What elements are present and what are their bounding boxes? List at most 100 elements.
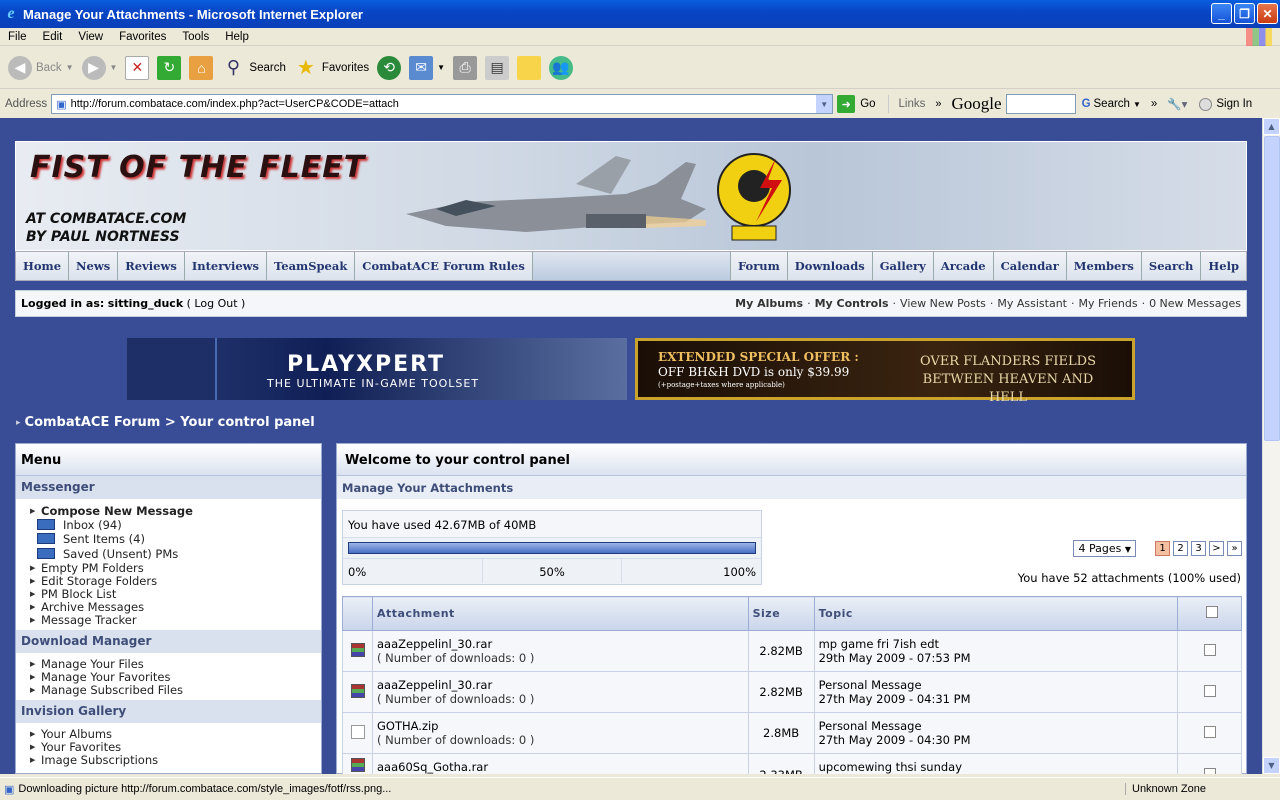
settings-wrench-icon[interactable]: 🔧▾ (1167, 97, 1187, 111)
nav-forum[interactable]: Forum (730, 252, 787, 280)
address-input[interactable]: ▣ http://forum.combatace.com/index.php?a… (51, 94, 834, 114)
nav-home[interactable]: Home (16, 252, 70, 280)
your-albums-link[interactable]: ▶ Your Albums (30, 727, 321, 741)
nav-gallery[interactable]: Gallery (871, 252, 933, 280)
saved-pms-folder[interactable]: Saved (Unsent) PMs (30, 546, 321, 561)
menu-help[interactable]: Help (217, 31, 257, 43)
manage-your-files-link[interactable]: ▶ Manage Your Files (30, 657, 321, 671)
next-page[interactable]: > (1209, 541, 1224, 556)
history-button[interactable]: ⟲ (377, 55, 402, 80)
address-dropdown[interactable]: ▼ (816, 95, 833, 113)
compose-message-link[interactable]: ▶ Compose New Message (30, 503, 321, 518)
topic-link[interactable]: upcomewing thsi sunday (819, 760, 1173, 774)
messenger-button[interactable]: 👥 (549, 55, 574, 80)
scroll-down-button[interactable]: ▼ (1263, 757, 1280, 774)
nav-help[interactable]: Help (1200, 252, 1246, 280)
topic-link[interactable]: mp game fri 7ish edt (819, 637, 1173, 651)
nav-interviews[interactable]: Interviews (184, 252, 268, 280)
mail-button[interactable]: ✉ ▼ (409, 55, 445, 80)
pages-dropdown[interactable]: 4 Pages ▼ (1073, 540, 1136, 557)
my-controls-link[interactable]: My Controls (815, 297, 889, 310)
menu-edit[interactable]: Edit (35, 31, 71, 43)
nav-forum-rules[interactable]: CombatACE Forum Rules (355, 252, 533, 280)
row-checkbox[interactable] (1203, 768, 1216, 774)
google-search-input[interactable] (1005, 94, 1076, 114)
menu-file[interactable]: File (0, 31, 35, 43)
main-navigation: Home News Reviews Interviews TeamSpeak C… (15, 251, 1247, 281)
minimize-button[interactable]: _ (1211, 3, 1232, 24)
message-tracker-link[interactable]: ▶ Message Tracker (30, 613, 321, 627)
my-assistant-link[interactable]: My Assistant (997, 297, 1067, 310)
print-button[interactable]: ⎙ (453, 55, 478, 80)
favorites-button[interactable]: ★ Favorites (294, 56, 369, 80)
manage-subscribed-files-link[interactable]: ▶ Manage Subscribed Files (30, 683, 321, 697)
row-checkbox[interactable] (1203, 684, 1216, 697)
close-button[interactable]: ✕ (1257, 3, 1278, 24)
stop-button[interactable]: ✕ (125, 55, 150, 80)
page-3[interactable]: 3 (1191, 541, 1206, 556)
nav-arcade[interactable]: Arcade (932, 252, 993, 280)
empty-pm-folders-link[interactable]: ▶ Empty PM Folders (30, 561, 321, 575)
menu-favorites[interactable]: Favorites (111, 31, 174, 43)
menu-tools[interactable]: Tools (174, 31, 217, 43)
page-2[interactable]: 2 (1173, 541, 1188, 556)
go-button[interactable]: ➜ Go (837, 95, 889, 113)
my-albums-link[interactable]: My Albums (735, 297, 803, 310)
vertical-scrollbar[interactable]: ▲ ▼ (1262, 118, 1280, 774)
attachment-usage-panel: You have used 42.67MB of 40MB 0% 50% 100… (342, 510, 762, 585)
attachment-name[interactable]: GOTHA.zip (377, 719, 744, 733)
nav-downloads[interactable]: Downloads (786, 252, 872, 280)
refresh-button[interactable]: ↻ (157, 55, 182, 80)
maximize-button[interactable]: ❐ (1234, 3, 1255, 24)
view-new-posts-link[interactable]: View New Posts (900, 297, 986, 310)
inbox-folder[interactable]: Inbox (94) (30, 518, 321, 532)
download-count: ( Number of downloads: 0 ) (377, 651, 535, 665)
toolbar-chevron-icon[interactable]: » (1151, 98, 1157, 110)
search-button[interactable]: ⚲ Search (221, 56, 286, 80)
over-flanders-fields-ad[interactable]: EXTENDED SPECIAL OFFER : OFF BH&H DVD is… (635, 338, 1135, 405)
nav-news[interactable]: News (69, 252, 119, 280)
attachment-name[interactable]: aaaZeppelinl_30.rar (377, 678, 744, 692)
topic-link[interactable]: Personal Message (819, 678, 1173, 692)
edit-storage-folders-link[interactable]: ▶ Edit Storage Folders (30, 574, 321, 588)
forward-button[interactable]: ▶ ▼ (81, 55, 117, 80)
chevron-icon[interactable]: » (935, 98, 941, 110)
nav-teamspeak[interactable]: TeamSpeak (267, 252, 356, 280)
edit-button[interactable]: ▤ (485, 55, 510, 80)
discuss-button[interactable] (517, 55, 542, 80)
attachment-name[interactable]: aaa60Sq_Gotha.rar (377, 760, 744, 774)
attachment-name[interactable]: aaaZeppelinl_30.rar (377, 637, 744, 651)
folder-icon (37, 533, 55, 544)
nav-search[interactable]: Search (1140, 252, 1201, 280)
page-1[interactable]: 1 (1155, 541, 1170, 556)
links-button[interactable]: Links (899, 98, 926, 110)
new-messages-link[interactable]: 0 New Messages (1149, 297, 1241, 310)
nav-calendar[interactable]: Calendar (992, 252, 1066, 280)
menu-view[interactable]: View (70, 31, 111, 43)
sign-in-button[interactable]: Sign In (1199, 97, 1252, 111)
row-checkbox[interactable] (1203, 725, 1216, 738)
image-subscriptions-link[interactable]: ▶ Image Subscriptions (30, 753, 321, 767)
pm-block-list-link[interactable]: ▶ PM Block List (30, 587, 321, 601)
manage-your-favorites-link[interactable]: ▶ Manage Your Favorites (30, 670, 321, 684)
topic-link[interactable]: Personal Message (819, 719, 1173, 733)
last-page[interactable]: » (1227, 541, 1242, 556)
scroll-thumb[interactable] (1264, 136, 1280, 441)
nav-reviews[interactable]: Reviews (118, 252, 185, 280)
home-button[interactable]: ⌂ (189, 55, 214, 80)
row-checkbox[interactable] (1203, 643, 1216, 656)
back-button[interactable]: ◀ Back ▼ (8, 55, 74, 80)
scroll-up-button[interactable]: ▲ (1263, 118, 1280, 135)
nav-members[interactable]: Members (1065, 252, 1141, 280)
archive-messages-link[interactable]: ▶ Archive Messages (30, 600, 321, 614)
google-search-button[interactable]: G Search ▼ (1082, 98, 1141, 110)
address-url[interactable]: http://forum.combatace.com/index.php?act… (71, 98, 399, 110)
username-link[interactable]: sitting_duck (108, 297, 183, 310)
select-all-checkbox[interactable] (1205, 606, 1218, 618)
sent-items-folder[interactable]: Sent Items (4) (30, 531, 321, 546)
your-favorites-link[interactable]: ▶ Your Favorites (30, 740, 321, 754)
playxpert-ad[interactable]: PLAYXPERT THE ULTIMATE IN-GAME TOOLSET (127, 338, 627, 400)
logout-link[interactable]: ( Log Out ) (187, 297, 246, 310)
breadcrumb-text[interactable]: CombatACE Forum > Your control panel (25, 415, 315, 430)
my-friends-link[interactable]: My Friends (1079, 297, 1138, 310)
